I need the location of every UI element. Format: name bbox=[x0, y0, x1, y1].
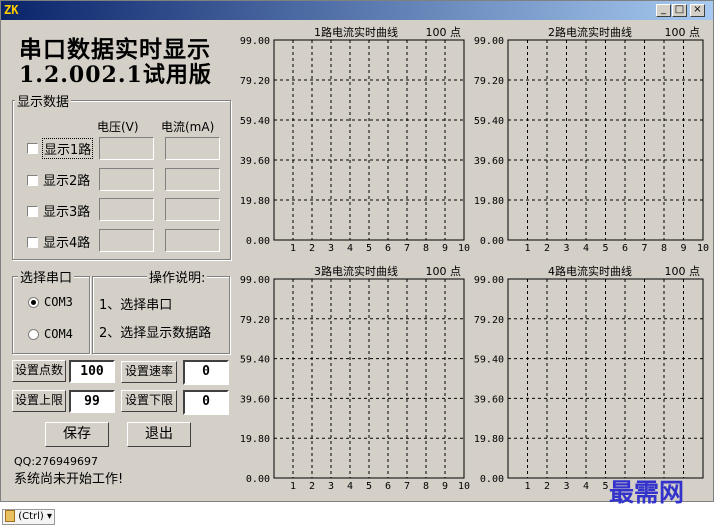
app-window: ZK _ □ × 串口数据实时显示 1.2.002.1试用版 显示数据 电压(V… bbox=[0, 0, 714, 507]
chart-svg: 4路电流实时曲线 100 点 99.00 79.20 59.40 39.60 19.80 0.… bbox=[474, 264, 704, 492]
x-tick-label: 3 bbox=[563, 481, 569, 492]
x-tick-label: 5 bbox=[602, 481, 608, 492]
y-tick-label: 19.80 bbox=[474, 434, 504, 445]
points-label: 100 点 bbox=[665, 265, 701, 278]
y-tick-label: 99.00 bbox=[474, 275, 504, 286]
clipboard-icon bbox=[5, 510, 15, 522]
watermark: 最需网 bbox=[609, 478, 685, 507]
y-tick-label: 79.20 bbox=[474, 315, 504, 326]
dropdown-arrow-icon: ▾ bbox=[46, 511, 53, 522]
x-tick-label: 4 bbox=[583, 481, 589, 492]
paste-options-badge[interactable]: (Ctrl) ▾ bbox=[2, 509, 56, 525]
y-tick-label: 59.40 bbox=[474, 355, 504, 366]
x-tick-label: 2 bbox=[544, 481, 550, 492]
ctrl-label: (Ctrl) bbox=[18, 511, 44, 522]
y-tick-label: 0.00 bbox=[480, 474, 504, 485]
x-tick-label: 1 bbox=[524, 481, 530, 492]
y-tick-label: 39.60 bbox=[474, 394, 504, 405]
chart-title: 4路电流实时曲线 bbox=[548, 264, 632, 278]
